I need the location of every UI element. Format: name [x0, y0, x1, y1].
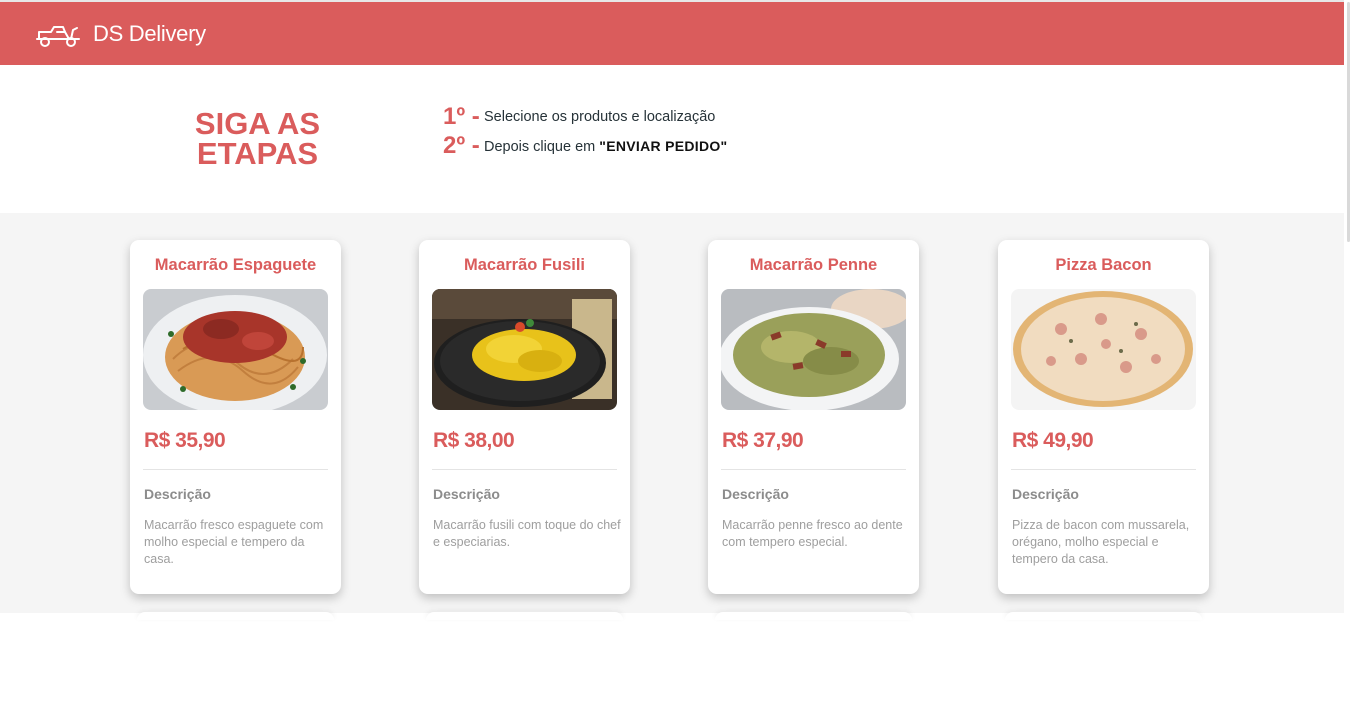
- product-description: Macarrão fresco espaguete com molho espe…: [144, 518, 324, 566]
- product-price: R$ 38,00: [433, 429, 515, 452]
- product-image: [143, 289, 328, 410]
- description-label: Descrição: [433, 486, 500, 502]
- steps-title: SIGA AS ETAPAS: [194, 106, 321, 171]
- step-number: 1º -: [443, 103, 480, 130]
- scrollbar-thumb[interactable]: [1347, 2, 1350, 242]
- navbar: DS Delivery: [0, 2, 1344, 65]
- description-label: Descrição: [722, 486, 789, 502]
- card-divider: [432, 469, 617, 470]
- step-1: 1º - Selecione os produtos e localização: [443, 103, 715, 131]
- step-emphasis: "ENVIAR PEDIDO": [599, 137, 728, 154]
- steps-section: SIGA AS ETAPAS 1º - Selecione os produto…: [0, 65, 1344, 213]
- product-card-peek: [715, 612, 912, 620]
- product-image: [432, 289, 617, 410]
- product-image: [721, 289, 906, 410]
- product-name: Macarrão Penne: [749, 256, 878, 274]
- product-catalog: Macarrão Espaguete R$ 35,90 Descrição Ma…: [0, 213, 1344, 620]
- description-label: Descrição: [144, 486, 211, 502]
- product-price: R$ 35,90: [144, 429, 226, 452]
- product-price: R$ 49,90: [1012, 429, 1094, 452]
- product-name: Macarrão Espaguete: [154, 256, 317, 274]
- product-card-peek: [426, 612, 623, 620]
- step-number: 2º -: [443, 132, 480, 159]
- description-label: Descrição: [1012, 486, 1079, 502]
- product-description: Macarrão penne fresco ao dente com tempe…: [722, 518, 903, 549]
- product-card[interactable]: Macarrão Penne R$ 37,90 Descrição Macarr…: [708, 240, 919, 594]
- step-text: Selecione os produtos e localização: [484, 109, 716, 125]
- step-text-prefix: Depois clique em: [484, 138, 600, 155]
- product-description: Macarrão fusili com toque do chef e espe…: [433, 518, 621, 549]
- product-card[interactable]: Pizza Bacon R$ 49,90 Descrição Pizza de …: [998, 240, 1209, 594]
- scooter-icon[interactable]: [35, 19, 81, 49]
- product-name: Pizza Bacon: [1055, 256, 1152, 274]
- card-divider: [1011, 469, 1196, 470]
- card-divider: [721, 469, 906, 470]
- product-image: [1011, 289, 1196, 410]
- product-card[interactable]: Macarrão Fusili R$ 38,00 Descrição Macar…: [419, 240, 630, 594]
- product-name: Macarrão Fusili: [463, 256, 586, 274]
- product-card-peek: [137, 612, 334, 620]
- step-2: 2º - Depois clique em "ENVIAR PEDIDO": [443, 132, 728, 160]
- page-scrollbar[interactable]: [1344, 0, 1352, 710]
- step-text: Depois clique em "ENVIAR PEDIDO": [484, 138, 728, 155]
- card-divider: [143, 469, 328, 470]
- product-card-peek: [1005, 612, 1202, 620]
- product-card[interactable]: Macarrão Espaguete R$ 35,90 Descrição Ma…: [130, 240, 341, 594]
- product-description: Pizza de bacon com mussarela, orégano, m…: [1012, 518, 1190, 566]
- app-title[interactable]: DS Delivery: [93, 21, 206, 47]
- product-price: R$ 37,90: [722, 429, 804, 452]
